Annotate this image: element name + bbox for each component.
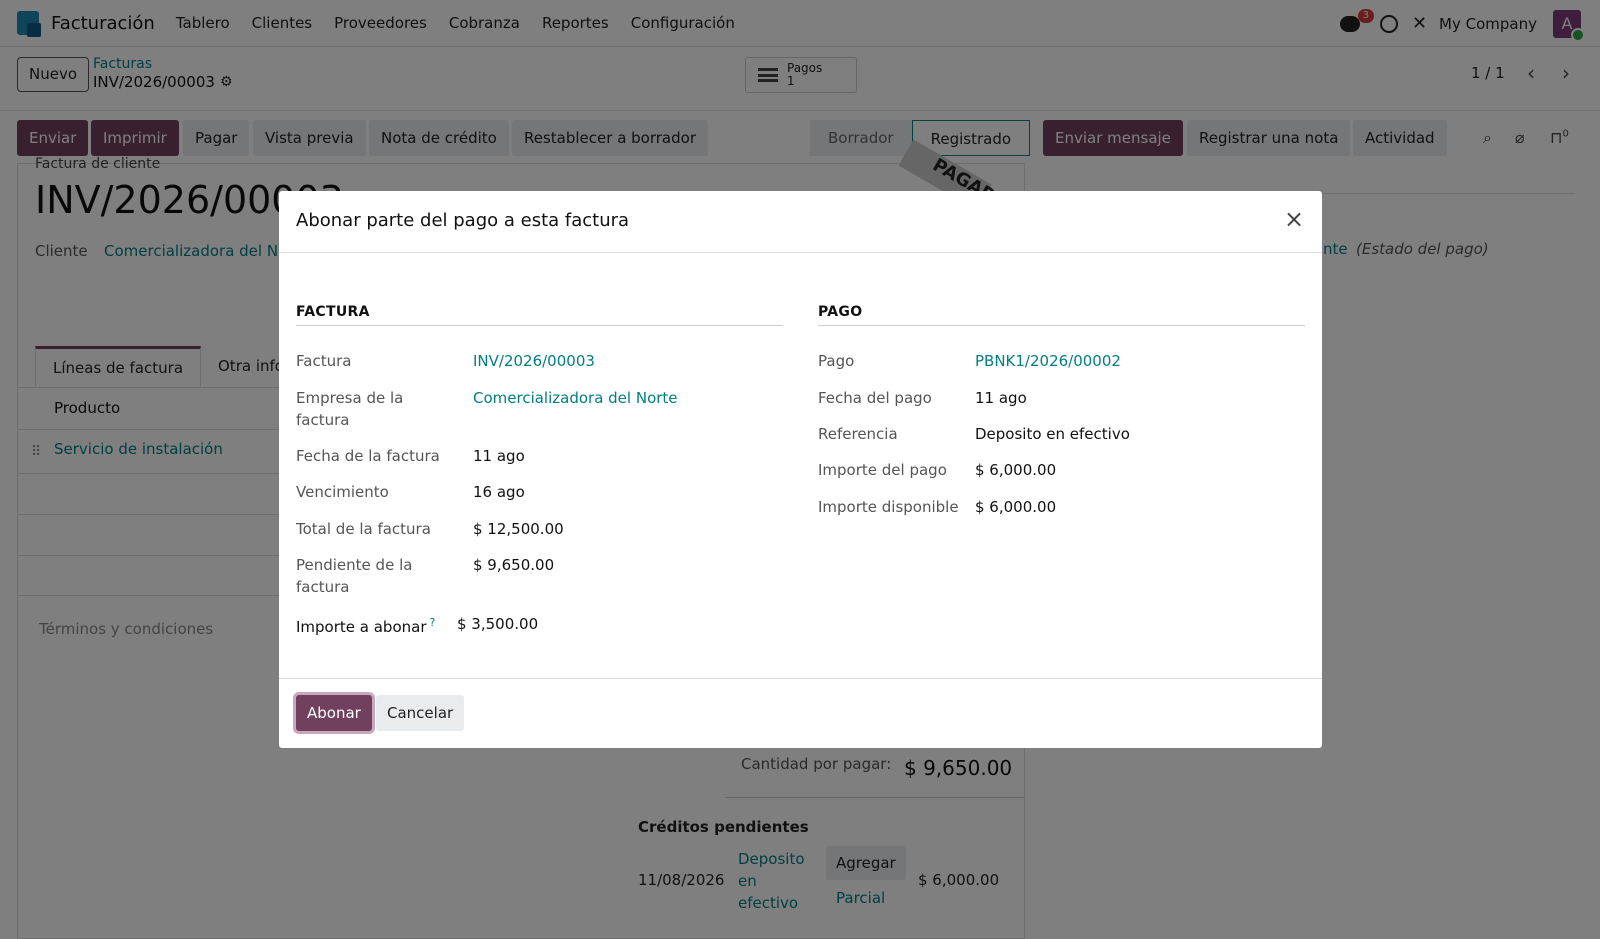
payment-label: Pago (818, 352, 855, 370)
payment-reference-value: Deposito en efectivo (975, 425, 1130, 443)
invoice-date-label: Fecha de la factura (296, 447, 440, 465)
invoice-company-label: Empresa de la factura (296, 387, 403, 431)
amount-to-apply-label: Importe a abonar? (296, 612, 435, 638)
help-tooltip-icon[interactable]: ? (430, 616, 436, 629)
dialog-header: Abonar parte del pago a esta factura × (279, 191, 1322, 253)
payment-link[interactable]: PBNK1/2026/00002 (975, 350, 1121, 372)
invoice-company-label-line1: Empresa de la (296, 389, 404, 407)
due-date-label: Vencimiento (296, 483, 389, 501)
invoice-section-title: FACTURA (296, 304, 370, 320)
invoice-section-divider (296, 325, 783, 326)
dialog-title: Abonar parte del pago a esta factura (296, 210, 630, 231)
close-icon[interactable]: × (1280, 205, 1308, 233)
partial-payment-dialog: Abonar parte del pago a esta factura × F… (279, 191, 1322, 748)
payment-date-value: 11 ago (975, 389, 1027, 407)
invoice-residual-label-line2: factura (296, 578, 350, 596)
due-date-value: 16 ago (473, 483, 525, 501)
invoice-residual-label: Pendiente de la factura (296, 554, 412, 598)
invoice-total-value: $ 12,500.00 (473, 520, 564, 538)
invoice-label: Factura (296, 352, 352, 370)
payment-reference-label: Referencia (818, 425, 898, 443)
invoice-residual-value: $ 9,650.00 (473, 556, 555, 574)
invoice-date-value: 11 ago (473, 447, 525, 465)
available-amount-value: $ 6,000.00 (975, 498, 1057, 516)
available-amount-label: Importe disponible (818, 498, 959, 516)
amount-to-apply-label-text: Importe a abonar (296, 618, 427, 636)
payment-amount-value: $ 6,000.00 (975, 461, 1057, 479)
invoice-company-label-line2: factura (296, 411, 350, 429)
apply-button[interactable]: Abonar (296, 695, 372, 731)
payment-section-title: PAGO (818, 304, 863, 320)
payment-section-divider (818, 325, 1305, 326)
payment-amount-label: Importe del pago (818, 461, 947, 479)
invoice-residual-label-line1: Pendiente de la (296, 556, 413, 574)
invoice-link[interactable]: INV/2026/00003 (473, 350, 595, 372)
invoice-company-link[interactable]: Comercializadora del Norte (473, 387, 678, 409)
payment-date-label: Fecha del pago (818, 389, 932, 407)
amount-to-apply-input[interactable]: $ 3,500.00 (457, 613, 538, 635)
cancel-button[interactable]: Cancelar (376, 695, 465, 731)
invoice-total-label: Total de la factura (296, 520, 431, 538)
